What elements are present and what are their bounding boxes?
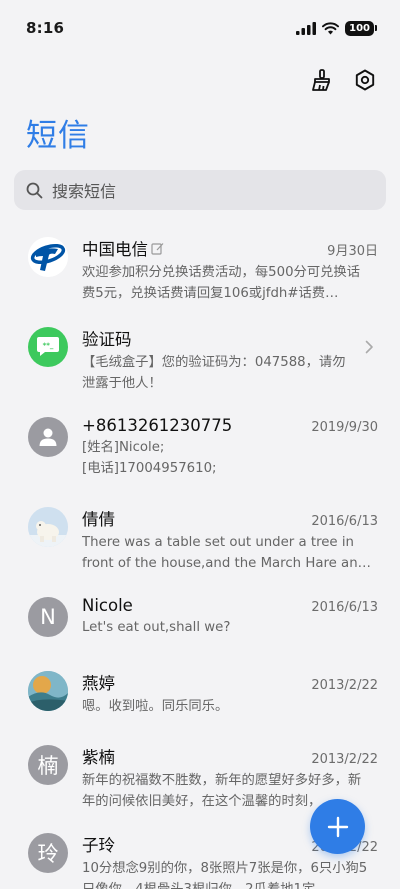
avatar	[28, 237, 68, 277]
status-icons: 100	[296, 20, 377, 36]
sender-name: 倩倩	[82, 510, 115, 529]
sender-label: 中国电信	[82, 240, 148, 259]
toolbar	[308, 64, 378, 96]
message-date: 2013/2/22	[311, 752, 378, 767]
message-preview: There was a table set out under a tree i…	[82, 535, 371, 571]
contact-person-icon	[39, 428, 57, 446]
message-preview: 嗯。收到啦。同乐同乐。	[82, 699, 229, 714]
message-list: 中国电信 9月30日 欢迎参加积分兑换话费活动，每500分可兑换话费5元，兑换话…	[0, 222, 400, 889]
settings-icon	[355, 69, 375, 91]
message-preview: 【毛绒盒子】您的验证码为：047588，请勿泄露于他人！	[82, 355, 346, 391]
avatar	[28, 507, 68, 547]
polar-bear-photo-icon	[28, 507, 68, 547]
message-preview: 欢迎参加积分兑换话费活动，每500分可兑换话费5元，兑换话费请回复106或jfd…	[82, 265, 361, 301]
message-preview: 10分想念9别的你，8张照片7张是你，6只小狗5只像你，4根骨头3根归你，2瓜着…	[82, 861, 368, 889]
search-input[interactable]: 搜索短信	[14, 170, 386, 210]
avatar: 楠	[28, 745, 68, 785]
plus-icon	[327, 816, 348, 837]
svg-text:**_: **_	[43, 342, 54, 350]
message-date: 2013/2/22	[311, 678, 378, 693]
avatar: **_	[28, 327, 68, 367]
china-telecom-logo-icon	[28, 237, 68, 277]
status-bar: 8:16 100	[0, 0, 400, 56]
verification-code-icon: **_	[37, 337, 59, 356]
search-icon	[26, 182, 43, 198]
sender-name: 中国电信	[82, 236, 164, 260]
sender-name: 紫楠	[82, 748, 115, 767]
broom-icon	[312, 69, 330, 91]
conversation-item[interactable]: **_ 验证码 【毛绒盒子】您的验证码为：047588，请勿泄露于他人！	[0, 312, 400, 402]
wifi-icon	[322, 21, 340, 34]
sender-name: Nicole	[82, 596, 133, 615]
avatar	[28, 671, 68, 711]
landscape-photo-icon	[28, 671, 68, 711]
sender-name: 子玲	[82, 836, 115, 855]
edit-icon	[151, 242, 164, 255]
status-time: 8:16	[26, 19, 65, 37]
conversation-item[interactable]: N Nicole 2016/6/13 Let's eat out,shall w…	[0, 582, 400, 656]
message-date: 2019/9/30	[311, 420, 378, 435]
message-date: 9月30日	[327, 244, 378, 259]
avatar	[28, 417, 68, 457]
settings-button[interactable]	[352, 67, 378, 93]
signal-icon	[296, 21, 317, 35]
sender-name: 燕婷	[82, 674, 115, 693]
page-title: 短信	[26, 118, 90, 154]
conversation-item[interactable]: +8613261230775 2019/9/30 [姓名]Nicole; [电话…	[0, 402, 400, 492]
chevron-right-icon	[365, 340, 373, 354]
message-date: 2016/6/13	[311, 514, 378, 529]
clean-button[interactable]	[308, 67, 334, 93]
avatar: 玲	[28, 833, 68, 873]
search-placeholder: 搜索短信	[52, 182, 117, 201]
conversation-item[interactable]: 倩倩 2016/6/13 There was a table set out u…	[0, 492, 400, 582]
sender-name: +8613261230775	[82, 416, 233, 435]
conversation-item[interactable]: 中国电信 9月30日 欢迎参加积分兑换话费活动，每500分可兑换话费5元，兑换话…	[0, 222, 400, 312]
conversation-item[interactable]: 燕婷 2013/2/22 嗯。收到啦。同乐同乐。	[0, 656, 400, 730]
compose-button[interactable]	[310, 799, 365, 854]
sender-name: 验证码	[82, 330, 132, 349]
avatar: N	[28, 597, 68, 637]
message-date: 2016/6/13	[311, 600, 378, 615]
message-preview: Let's eat out,shall we?	[82, 620, 231, 635]
message-preview: [姓名]Nicole; [电话]17004957610;	[82, 440, 217, 476]
battery-icon: 100	[345, 20, 377, 36]
